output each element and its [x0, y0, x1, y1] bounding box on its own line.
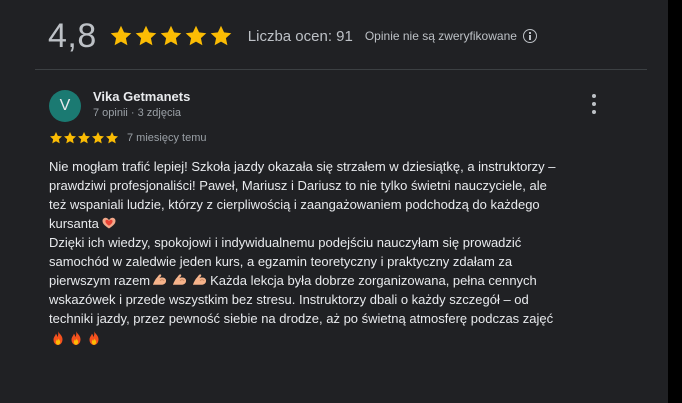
fire-emoji — [53, 331, 63, 345]
rating-count: Liczba ocen: 91 — [247, 27, 353, 45]
rating-value: 4,8 — [48, 16, 97, 55]
fire-emoji-row — [49, 328, 609, 349]
flexed-biceps-emoji — [173, 274, 187, 285]
flexed-biceps-emoji — [193, 274, 207, 285]
reviews-panel: 4,8 Liczba ocen: 91 Opinie nie są zweryf… — [0, 0, 682, 403]
review-line: Dzięki ich wiedzy, spokojowi i indywidua… — [49, 235, 522, 250]
fire-emoji — [71, 331, 81, 345]
review-time: 7 miesięcy temu — [127, 132, 207, 144]
info-icon[interactable] — [522, 29, 537, 43]
star-icon — [160, 25, 182, 46]
review-line: Nie mogłam trafić lepiej! Szkoła jazdy o… — [49, 159, 556, 174]
star-icon — [135, 25, 157, 46]
review-line: też wspaniali ludzie, którzy z cierpliwo… — [49, 197, 540, 212]
review-rating: 7 miesięcy temu — [49, 131, 206, 145]
review-line: pierwszym razem — [49, 273, 151, 288]
divider — [35, 69, 647, 70]
fire-emoji — [89, 331, 99, 345]
star-icon — [63, 132, 77, 144]
star-icon — [105, 132, 119, 144]
star-icon — [185, 25, 207, 46]
review-line: kursanta — [49, 216, 99, 231]
rating-stars — [109, 24, 234, 48]
star-icon — [110, 25, 132, 46]
flexed-biceps-emoji — [153, 274, 167, 285]
more-vertical-icon — [592, 94, 596, 98]
heart-hands-emoji — [102, 217, 116, 229]
window-edge — [668, 0, 682, 403]
review-line: samochód w zaledwie jeden kurs, a egzami… — [49, 254, 513, 269]
review-line: prawdziwi profesjonaliści! Paweł, Marius… — [49, 178, 547, 193]
unverified-note-text: Opinie nie są zweryfikowane — [364, 29, 517, 43]
review-line-with-emoji: pierwszym razem Każda lekcja była dobrze … — [49, 271, 609, 290]
review-line: techniki jazdy, przez pewność siebie na … — [49, 311, 554, 326]
avatar[interactable]: V — [49, 90, 81, 122]
star-icon — [49, 132, 63, 144]
author-name[interactable]: Vika Getmanets — [93, 89, 190, 104]
review-stars — [49, 131, 119, 145]
unverified-note: Opinie nie są zweryfikowane — [365, 29, 537, 43]
review-line: Każda lekcja była dobrze zorganizowana, … — [210, 273, 537, 288]
review-line: wskazówek i przede wszystkim bez stresu.… — [49, 292, 529, 307]
review-line-with-emoji: kursanta — [49, 214, 609, 233]
more-options-button[interactable] — [584, 92, 604, 116]
review-text: Nie mogłam trafić lepiej! Szkoła jazdy o… — [49, 157, 609, 349]
star-icon — [91, 132, 105, 144]
star-icon — [77, 132, 91, 144]
rating-summary: 4,8 Liczba ocen: 91 Opinie nie są zweryf… — [48, 12, 537, 60]
author-meta: 7 opinii · 3 zdjęcia — [93, 107, 182, 119]
star-icon — [210, 25, 232, 46]
